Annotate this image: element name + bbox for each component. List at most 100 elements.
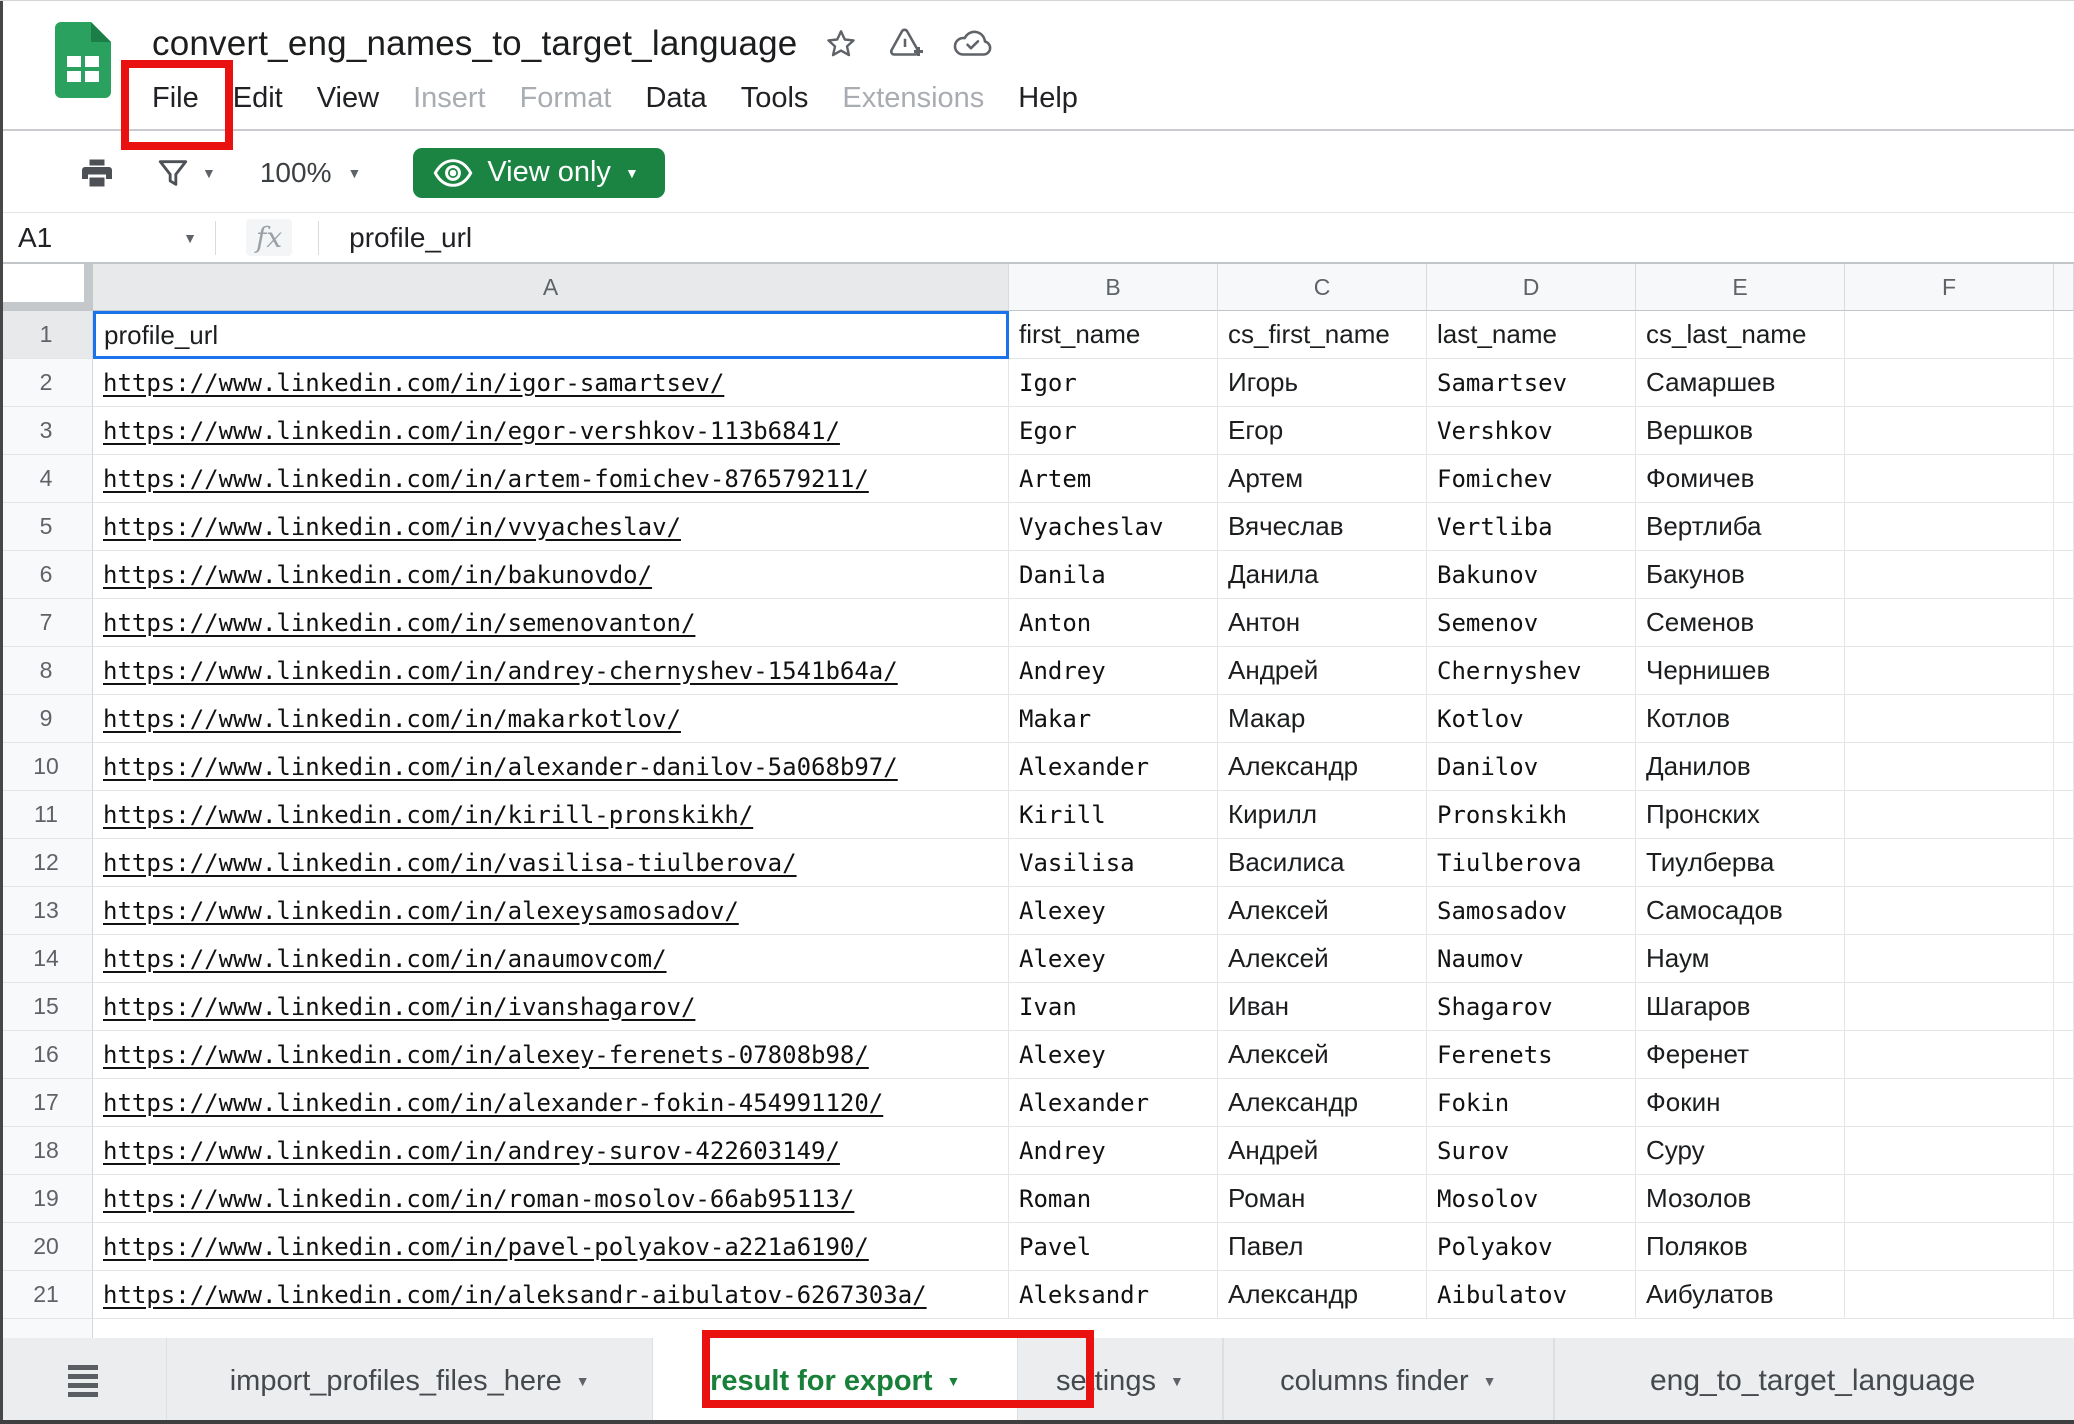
row-number[interactable]: 11 [0, 791, 93, 839]
menu-edit[interactable]: Edit [233, 82, 283, 115]
profile-url-cell[interactable]: https://www.linkedin.com/in/alexey-feren… [93, 1031, 1009, 1079]
cell-a1-selected[interactable]: profile_url [93, 311, 1009, 359]
first-name-cell[interactable]: Alexey [1009, 1031, 1218, 1079]
row-number[interactable]: 21 [0, 1271, 93, 1319]
last-name-cell[interactable]: Kotlov [1427, 695, 1636, 743]
profile-url-cell[interactable]: https://www.linkedin.com/in/alexander-da… [93, 743, 1009, 791]
row-number[interactable]: 4 [0, 455, 93, 503]
first-name-cell[interactable]: Aleksandr [1009, 1271, 1218, 1319]
menu-tools[interactable]: Tools [741, 82, 809, 115]
profile-url-cell[interactable]: https://www.linkedin.com/in/alexeysamosa… [93, 887, 1009, 935]
zoom-selector[interactable]: 100% ▼ [260, 157, 361, 189]
row-number[interactable]: 9 [0, 695, 93, 743]
last-name-cell[interactable]: Naumov [1427, 935, 1636, 983]
tab-caret-icon[interactable]: ▼ [1170, 1374, 1184, 1388]
empty-cell[interactable] [1845, 983, 2054, 1031]
profile-url-cell[interactable]: https://www.linkedin.com/in/anaumovcom/ [93, 935, 1009, 983]
cs-last-name-cell[interactable]: Данилов [1636, 743, 1845, 791]
cs-first-name-cell[interactable]: Алексей [1218, 887, 1427, 935]
first-name-cell[interactable]: Egor [1009, 407, 1218, 455]
first-name-cell[interactable]: Alexander [1009, 743, 1218, 791]
empty-cell[interactable] [1845, 695, 2054, 743]
first-name-cell[interactable]: Kirill [1009, 791, 1218, 839]
cs-last-name-cell[interactable]: Бакунов [1636, 551, 1845, 599]
row-number[interactable]: 16 [0, 1031, 93, 1079]
first-name-cell[interactable]: Alexander [1009, 1079, 1218, 1127]
empty-cell[interactable] [1845, 407, 2054, 455]
empty-cell[interactable] [1845, 791, 2054, 839]
row-number[interactable]: 20 [0, 1223, 93, 1271]
first-name-cell[interactable]: Ivan [1009, 983, 1218, 1031]
profile-url-cell[interactable]: https://www.linkedin.com/in/ivanshagarov… [93, 983, 1009, 1031]
document-title[interactable]: convert_eng_names_to_target_language [152, 24, 797, 64]
first-name-cell[interactable]: Andrey [1009, 1127, 1218, 1175]
empty-cell[interactable] [1845, 359, 2054, 407]
empty-cell[interactable] [1845, 1079, 2054, 1127]
row-number[interactable]: 7 [0, 599, 93, 647]
tab-eng-to-target-language[interactable]: eng_to_target_language [1554, 1338, 2074, 1424]
cs-first-name-cell[interactable]: Василиса [1218, 839, 1427, 887]
empty-cell[interactable] [1845, 503, 2054, 551]
cs-last-name-cell[interactable]: Тиулберва [1636, 839, 1845, 887]
cs-last-name-cell[interactable]: Аибулатов [1636, 1271, 1845, 1319]
row-number[interactable]: 5 [0, 503, 93, 551]
first-name-cell[interactable]: Vyacheslav [1009, 503, 1218, 551]
print-icon[interactable] [78, 155, 116, 191]
last-name-cell[interactable]: Pronskikh [1427, 791, 1636, 839]
cell-d1[interactable]: last_name [1427, 311, 1636, 359]
cs-last-name-cell[interactable]: Чернишев [1636, 647, 1845, 695]
star-icon[interactable] [823, 26, 859, 62]
cs-first-name-cell[interactable]: Андрей [1218, 647, 1427, 695]
cs-last-name-cell[interactable]: Суру [1636, 1127, 1845, 1175]
cs-last-name-cell[interactable]: Фокин [1636, 1079, 1845, 1127]
cs-first-name-cell[interactable]: Иван [1218, 983, 1427, 1031]
profile-url-cell[interactable]: https://www.linkedin.com/in/andrey-surov… [93, 1127, 1009, 1175]
empty-cell[interactable] [1845, 599, 2054, 647]
last-name-cell[interactable]: Shagarov [1427, 983, 1636, 1031]
first-name-cell[interactable]: Igor [1009, 359, 1218, 407]
column-header-d[interactable]: D [1427, 264, 1636, 311]
cs-last-name-cell[interactable]: Шагаров [1636, 983, 1845, 1031]
row-number[interactable]: 10 [0, 743, 93, 791]
row-number[interactable]: 2 [0, 359, 93, 407]
first-name-cell[interactable]: Roman [1009, 1175, 1218, 1223]
row-number[interactable]: 17 [0, 1079, 93, 1127]
last-name-cell[interactable]: Polyakov [1427, 1223, 1636, 1271]
last-name-cell[interactable]: Fokin [1427, 1079, 1636, 1127]
profile-url-cell[interactable]: https://www.linkedin.com/in/vvyacheslav/ [93, 503, 1009, 551]
cs-first-name-cell[interactable]: Александр [1218, 743, 1427, 791]
column-header-b[interactable]: B [1009, 264, 1218, 311]
last-name-cell[interactable]: Vertliba [1427, 503, 1636, 551]
cs-first-name-cell[interactable]: Егор [1218, 407, 1427, 455]
empty-cell[interactable] [1845, 887, 2054, 935]
profile-url-cell[interactable]: https://www.linkedin.com/in/kirill-prons… [93, 791, 1009, 839]
formula-bar-value[interactable]: profile_url [349, 222, 472, 254]
profile-url-cell[interactable]: https://www.linkedin.com/in/pavel-polyak… [93, 1223, 1009, 1271]
cs-last-name-cell[interactable]: Самосадов [1636, 887, 1845, 935]
last-name-cell[interactable]: Ferenets [1427, 1031, 1636, 1079]
last-name-cell[interactable]: Samartsev [1427, 359, 1636, 407]
select-all-corner[interactable] [0, 264, 93, 311]
row-number[interactable]: 19 [0, 1175, 93, 1223]
column-header-a[interactable]: A [93, 264, 1009, 311]
cs-first-name-cell[interactable]: Александр [1218, 1079, 1427, 1127]
last-name-cell[interactable]: Aibulatov [1427, 1271, 1636, 1319]
profile-url-cell[interactable]: https://www.linkedin.com/in/bakunovdo/ [93, 551, 1009, 599]
first-name-cell[interactable]: Danila [1009, 551, 1218, 599]
cs-last-name-cell[interactable]: Пронских [1636, 791, 1845, 839]
name-box[interactable]: A1 ▼ [0, 222, 215, 254]
first-name-cell[interactable]: Vasilisa [1009, 839, 1218, 887]
cs-first-name-cell[interactable]: Павел [1218, 1223, 1427, 1271]
row-number[interactable]: 18 [0, 1127, 93, 1175]
last-name-cell[interactable]: Samosadov [1427, 887, 1636, 935]
profile-url-cell[interactable]: https://www.linkedin.com/in/vasilisa-tiu… [93, 839, 1009, 887]
first-name-cell[interactable]: Alexey [1009, 887, 1218, 935]
last-name-cell[interactable]: Vershkov [1427, 407, 1636, 455]
empty-cell[interactable] [1845, 551, 2054, 599]
cell-c1[interactable]: cs_first_name [1218, 311, 1427, 359]
cs-first-name-cell[interactable]: Кирилл [1218, 791, 1427, 839]
cs-first-name-cell[interactable]: Игорь [1218, 359, 1427, 407]
last-name-cell[interactable]: Surov [1427, 1127, 1636, 1175]
last-name-cell[interactable]: Danilov [1427, 743, 1636, 791]
cs-last-name-cell[interactable]: Котлов [1636, 695, 1845, 743]
